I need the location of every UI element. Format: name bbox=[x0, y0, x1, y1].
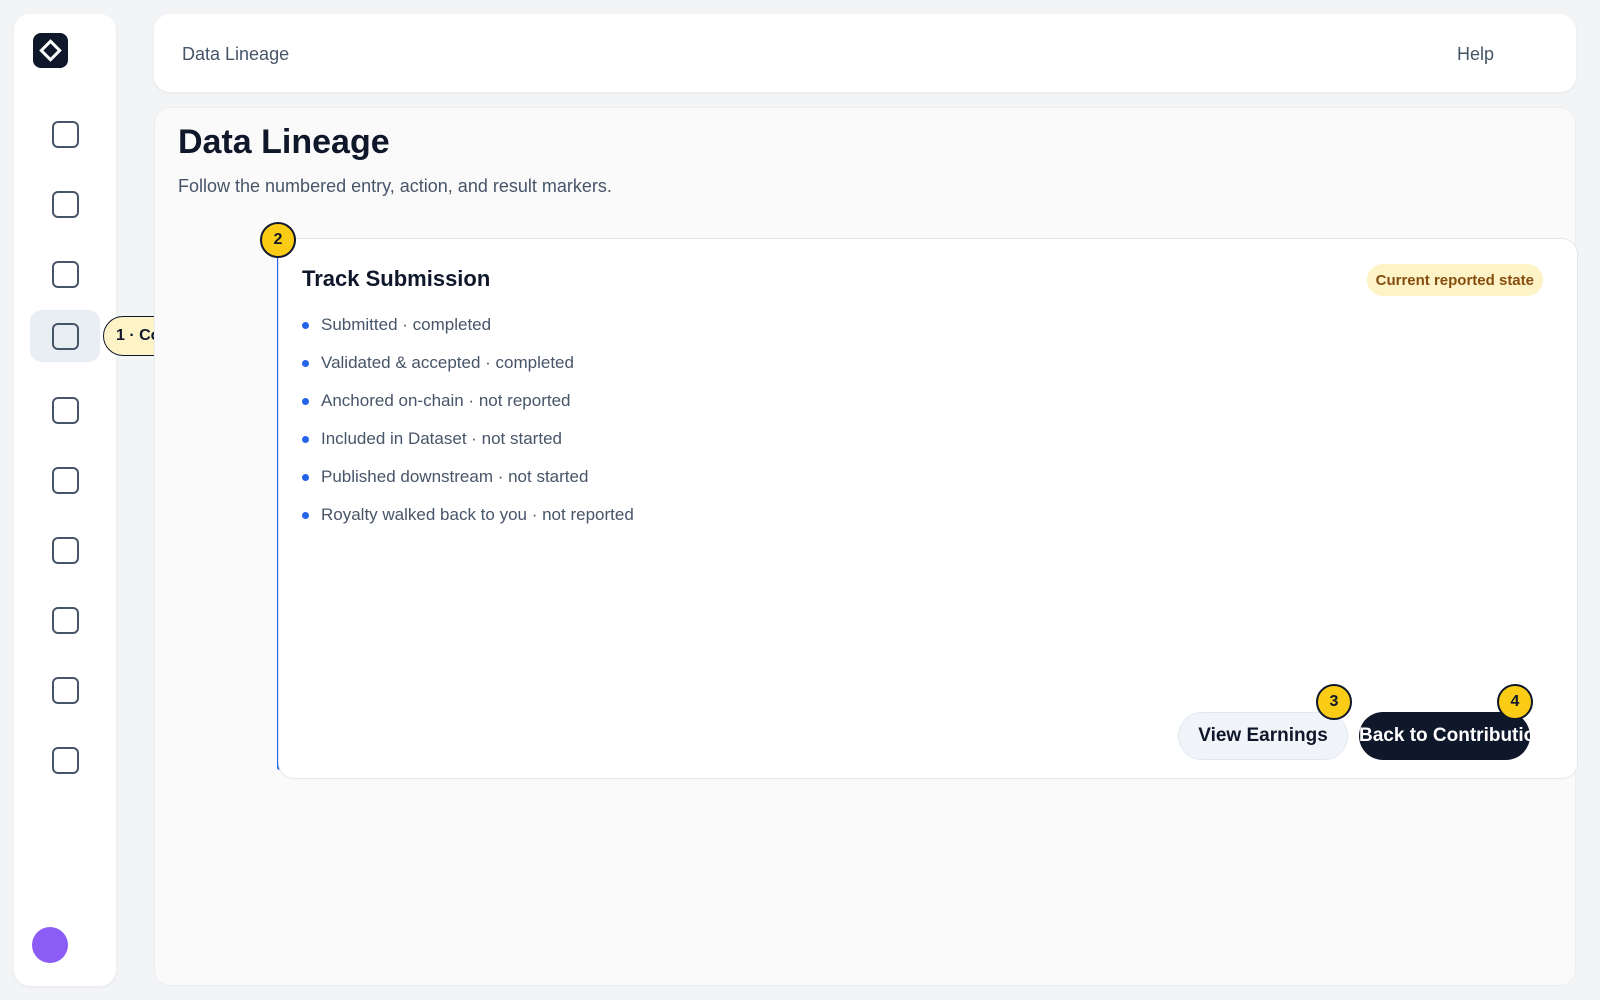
list-item: Included in Dataset · not started bbox=[302, 420, 634, 458]
back-to-contributions-label: Back to Contributions bbox=[1359, 725, 1530, 746]
square-icon bbox=[51, 466, 79, 494]
sidebar-item-7[interactable] bbox=[30, 524, 100, 576]
bullet-icon bbox=[302, 397, 309, 405]
avatar[interactable] bbox=[32, 927, 68, 963]
view-earnings-button[interactable]: View Earnings bbox=[1178, 712, 1348, 760]
sidebar-item-6[interactable] bbox=[30, 454, 100, 506]
sidebar-item-contributions[interactable] bbox=[30, 310, 100, 362]
bullet-icon bbox=[302, 435, 309, 443]
list-item: Submitted · completed bbox=[302, 306, 634, 344]
main-panel: Data Lineage Follow the numbered entry, … bbox=[154, 107, 1578, 986]
square-icon bbox=[51, 676, 79, 704]
sidebar-item-2[interactable] bbox=[30, 178, 100, 230]
step-label: Published downstream · not started bbox=[321, 467, 589, 486]
step-marker-4: 4 bbox=[1497, 684, 1533, 720]
logo-icon[interactable] bbox=[33, 33, 68, 68]
back-to-contributions-button[interactable]: Back to Contributions bbox=[1359, 712, 1530, 760]
sidebar-item-10[interactable] bbox=[30, 734, 100, 786]
step-label: Royalty walked back to you · not reporte… bbox=[321, 505, 634, 524]
help-link[interactable]: Help bbox=[1457, 44, 1494, 65]
square-icon bbox=[51, 536, 79, 564]
sidebar-item-9[interactable] bbox=[30, 664, 100, 716]
sidebar-item-3[interactable] bbox=[30, 248, 100, 300]
track-submission-card: Track Submission Current reported state … bbox=[278, 238, 1578, 779]
square-icon bbox=[51, 120, 79, 148]
sidebar-item-1[interactable] bbox=[30, 108, 100, 160]
list-item: Royalty walked back to you · not reporte… bbox=[302, 496, 634, 534]
bullet-icon bbox=[302, 511, 309, 519]
sidebar-item-8[interactable] bbox=[30, 594, 100, 646]
square-icon bbox=[51, 260, 79, 288]
list-item: Published downstream · not started bbox=[302, 458, 634, 496]
page-subtitle: Follow the numbered entry, action, and r… bbox=[178, 176, 612, 196]
square-icon bbox=[51, 396, 79, 424]
step-label: Included in Dataset · not started bbox=[321, 429, 562, 448]
step-marker-2: 2 bbox=[260, 222, 296, 258]
step-marker-3: 3 bbox=[1316, 684, 1352, 720]
list-item: Validated & accepted · completed bbox=[302, 344, 634, 382]
list-item: Anchored on-chain · not reported bbox=[302, 382, 634, 420]
page-title: Data Lineage bbox=[178, 123, 390, 161]
status-badge: Current reported state bbox=[1366, 264, 1543, 296]
bullet-icon bbox=[302, 473, 309, 481]
topbar: Data Lineage Help bbox=[154, 14, 1576, 92]
lineage-steps: Submitted · completed Validated & accept… bbox=[302, 306, 634, 534]
card-title: Track Submission bbox=[302, 266, 491, 291]
sidebar bbox=[14, 14, 116, 986]
bullet-icon bbox=[302, 359, 309, 367]
square-icon bbox=[51, 746, 79, 774]
breadcrumb[interactable]: Data Lineage bbox=[182, 44, 289, 65]
step-label: Anchored on-chain · not reported bbox=[321, 391, 571, 410]
step-label: Validated & accepted · completed bbox=[321, 353, 574, 372]
step-label: Submitted · completed bbox=[321, 315, 492, 334]
bullet-icon bbox=[302, 321, 309, 329]
square-icon bbox=[51, 190, 79, 218]
sidebar-item-5[interactable] bbox=[30, 384, 100, 436]
square-icon bbox=[51, 606, 79, 634]
square-icon bbox=[51, 322, 79, 350]
